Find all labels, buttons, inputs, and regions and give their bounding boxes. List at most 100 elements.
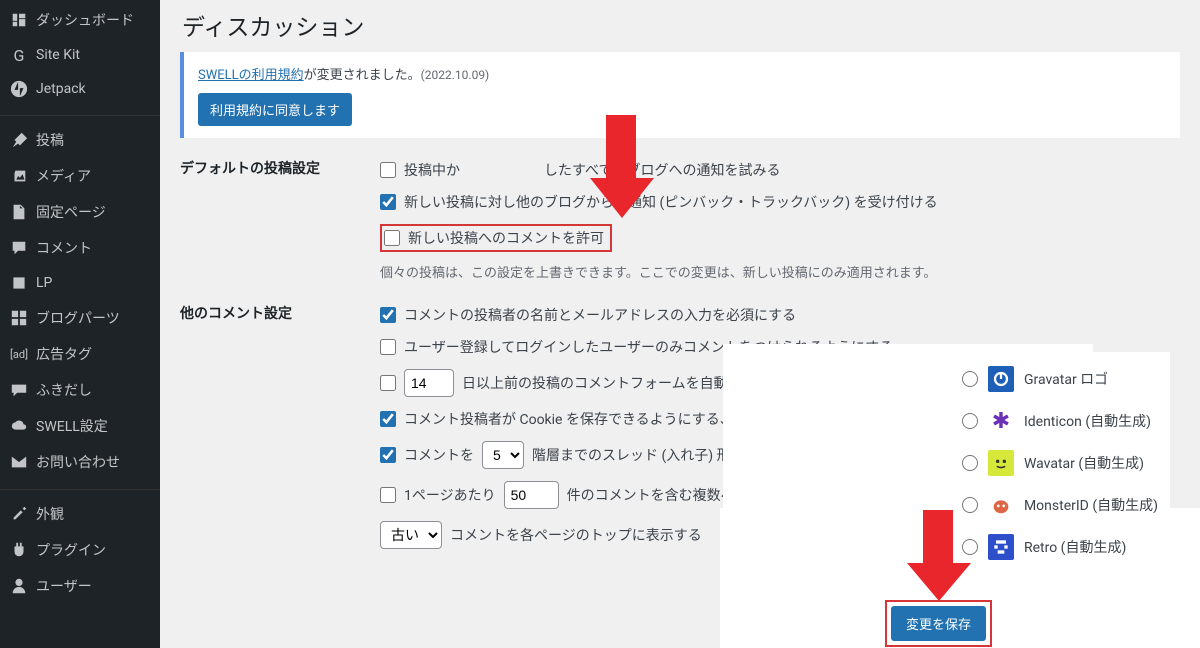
save-changes-button[interactable]: 変更を保存 — [891, 606, 986, 641]
sidebar-item-swell[interactable]: SWELL設定 — [0, 408, 160, 444]
comment-order-select[interactable]: 古い — [380, 521, 442, 549]
media-icon — [10, 167, 28, 185]
avatar-radio[interactable] — [962, 413, 978, 429]
sidebar-item-label: Site Kit — [36, 47, 80, 63]
field-prefix: コメントを — [404, 445, 474, 465]
annotation-arrow-1-head — [590, 178, 654, 218]
annotation-arrow-2-head — [907, 563, 971, 601]
comment-icon — [10, 239, 28, 257]
sidebar-item-label: ブログパーツ — [36, 308, 120, 328]
sidebar-item-dashboard[interactable]: ダッシュボード — [0, 2, 160, 38]
sidebar-item-label: LP — [36, 275, 52, 291]
sidebar-item-contact[interactable]: お問い合わせ — [0, 444, 160, 480]
avatar-option-gravatar[interactable]: Gravatar ロゴ — [958, 358, 1162, 400]
speech-icon — [10, 381, 28, 399]
pingback-receive-checkbox[interactable] — [380, 194, 396, 210]
sidebar-item-plugins[interactable]: プラグイン — [0, 532, 160, 568]
require-login-checkbox[interactable] — [380, 339, 396, 355]
identicon-icon: ✱ — [988, 408, 1014, 434]
sidebar-item-label: 外観 — [36, 504, 64, 524]
field-suffix: コメントを各ページのトップに表示する — [450, 525, 702, 545]
notice-text: が変更されました。 — [304, 68, 421, 83]
sidebar-item-label: メディア — [36, 166, 91, 186]
sidebar-item-label: ふきだし — [36, 380, 92, 400]
sidebar-item-label: ダッシュボード — [36, 10, 134, 30]
cookie-optin-checkbox[interactable] — [380, 411, 396, 427]
pin-icon — [10, 131, 28, 149]
monsterid-icon — [988, 492, 1014, 518]
agree-terms-button[interactable]: 利用規約に同意します — [198, 93, 352, 126]
dashboard-icon — [10, 11, 28, 29]
retro-icon — [988, 534, 1014, 560]
checkbox-label: コメントの投稿者の名前とメールアドレスの入力を必須にする — [404, 305, 796, 325]
notice-date: (2022.10.09) — [421, 68, 490, 82]
pingback-attempt-checkbox[interactable] — [380, 162, 396, 178]
paginate-comments-checkbox[interactable] — [380, 487, 396, 503]
checkbox-label: 新しい投稿に対し他のブログからの通知 (ピンバック・トラックバック) を受け付け… — [404, 192, 938, 212]
sidebar-item-label: コメント — [36, 238, 92, 258]
checkbox-label: 新しい投稿へのコメントを許可 — [408, 228, 604, 248]
per-page-input[interactable] — [504, 481, 559, 509]
sidebar-item-label: お問い合わせ — [36, 452, 120, 472]
checkbox-label: 投稿中か したすべてのブログへの通知を試みる — [404, 160, 780, 180]
terms-link[interactable]: SWELLの利用規約 — [198, 68, 304, 83]
require-name-email-checkbox[interactable] — [380, 307, 396, 323]
sidebar-item-balloon[interactable]: ふきだし — [0, 372, 160, 408]
sidebar-separator — [0, 106, 160, 116]
avatar-option-identicon[interactable]: ✱ Identicon (自動生成) — [958, 400, 1162, 442]
sidebar-separator — [0, 480, 160, 490]
avatar-label: Gravatar ロゴ — [1024, 369, 1108, 389]
sidebar-item-blogparts[interactable]: ブログパーツ — [0, 300, 160, 336]
annotation-arrow-2 — [923, 510, 953, 565]
sidebar-item-label: 広告タグ — [36, 344, 92, 364]
brush-icon — [10, 505, 28, 523]
license-notice: SWELLの利用規約が変更されました。(2022.10.09) 利用規約に同意し… — [180, 52, 1180, 138]
allow-comments-checkbox[interactable] — [384, 230, 400, 246]
sidebar-item-posts[interactable]: 投稿 — [0, 122, 160, 158]
mail-icon — [10, 453, 28, 471]
avatar-radio[interactable] — [962, 455, 978, 471]
avatar-option-wavatar[interactable]: Wavatar (自動生成) — [958, 442, 1162, 484]
main-content: ディスカッション SWELLの利用規約が変更されました。(2022.10.09)… — [160, 0, 1200, 648]
plugin-icon — [10, 541, 28, 559]
wavatar-icon — [988, 450, 1014, 476]
close-days-input[interactable] — [404, 369, 454, 397]
avatar-radio[interactable] — [962, 371, 978, 387]
sidebar-item-adtag[interactable]: [ad] 広告タグ — [0, 336, 160, 372]
sidebar-item-label: SWELL設定 — [36, 416, 108, 436]
user-icon — [10, 577, 28, 595]
avatar-label: MonsterID (自動生成) — [1024, 495, 1158, 515]
sidebar-item-comments[interactable]: コメント — [0, 230, 160, 266]
ad-icon: [ad] — [10, 345, 28, 363]
sidebar-item-media[interactable]: メディア — [0, 158, 160, 194]
sidebar-item-lp[interactable]: LP — [0, 266, 160, 300]
other-comment-settings-heading: 他のコメント設定 — [180, 299, 380, 323]
threaded-comments-checkbox[interactable] — [380, 447, 396, 463]
sidebar-item-label: 固定ページ — [36, 202, 106, 222]
sidebar-item-label: ユーザー — [36, 576, 92, 596]
avatar-label: Wavatar (自動生成) — [1024, 453, 1144, 473]
page-title: ディスカッション — [180, 8, 1180, 42]
sidebar-item-sitekit[interactable]: G Site Kit — [0, 38, 160, 72]
sidebar-item-users[interactable]: ユーザー — [0, 568, 160, 604]
sidebar-item-appearance[interactable]: 外観 — [0, 496, 160, 532]
default-post-settings-heading: デフォルトの投稿設定 — [180, 154, 380, 178]
avatar-radio[interactable] — [962, 539, 978, 555]
admin-sidebar: ダッシュボード G Site Kit Jetpack 投稿 メディア 固定ページ… — [0, 0, 160, 648]
gravatar-icon — [988, 366, 1014, 392]
document-icon — [10, 274, 28, 292]
close-old-comments-checkbox[interactable] — [380, 375, 396, 391]
thread-depth-select[interactable]: 5 — [482, 441, 524, 469]
field-prefix: 1ページあたり — [404, 485, 496, 505]
cloud-icon — [10, 417, 28, 435]
sidebar-item-pages[interactable]: 固定ページ — [0, 194, 160, 230]
google-icon: G — [10, 46, 28, 64]
avatar-option-retro[interactable]: Retro (自動生成) — [958, 526, 1162, 568]
save-highlight-box: 変更を保存 — [885, 600, 992, 647]
grid-icon — [10, 309, 28, 327]
avatar-option-monsterid[interactable]: MonsterID (自動生成) — [958, 484, 1162, 526]
avatar-label: Identicon (自動生成) — [1024, 411, 1151, 431]
sidebar-item-label: 投稿 — [36, 130, 64, 150]
sidebar-item-jetpack[interactable]: Jetpack — [0, 72, 160, 106]
avatar-radio[interactable] — [962, 497, 978, 513]
